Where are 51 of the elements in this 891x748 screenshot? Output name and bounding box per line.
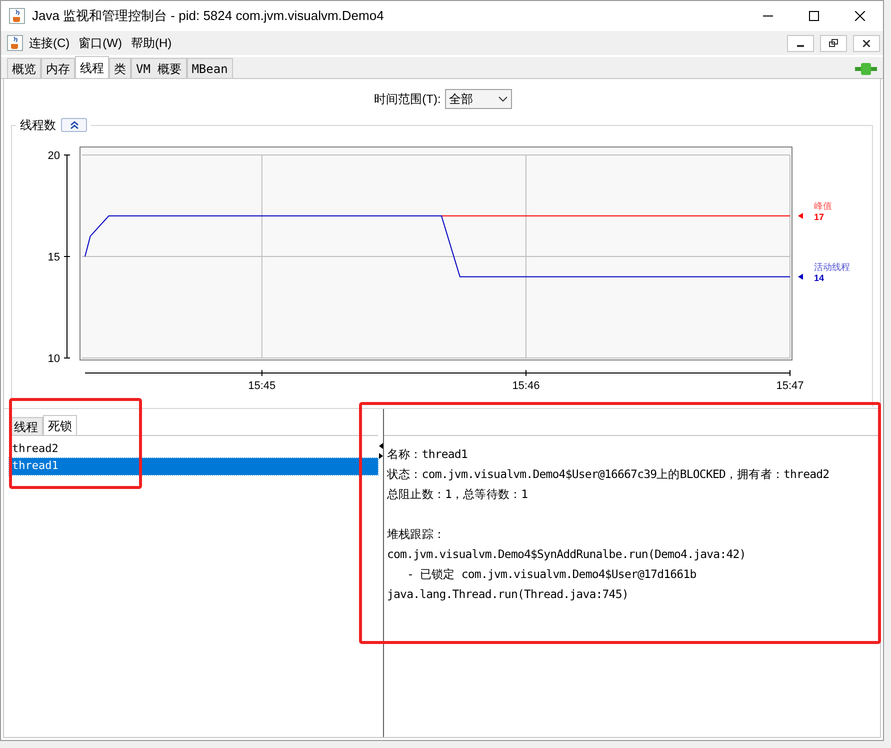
legend-value: 17 (814, 212, 824, 222)
y-tick-label: 15 (48, 252, 60, 264)
legend-value: 14 (814, 272, 824, 283)
legend-marker-icon (798, 212, 803, 219)
legend-label: 峰值 (814, 200, 832, 211)
detail-line: 状态：com.jvm.visualvm.Demo4$User@16667c39上的BLOCKED，拥有者：thread2 (387, 466, 830, 483)
x-tick-label: 15:46 (512, 380, 540, 392)
close-icon (863, 40, 870, 46)
chevron-down-icon (498, 96, 508, 102)
menu-item[interactable]: 连接(C) (29, 34, 70, 52)
split-arrow-left-icon (378, 443, 382, 449)
y-tick-label: 10 (48, 353, 60, 365)
menu-item[interactable]: 帮助(H) (131, 34, 172, 52)
detail-line: 总阻止数：1，总等待数：1 (387, 486, 528, 503)
x-tick-label: 15:47 (776, 380, 804, 392)
legend-label: 活动线程 (814, 262, 850, 272)
lock-line: - 已锁定 com.jvm.visualvm.Demo4$User@17d1661b (407, 566, 696, 583)
tab[interactable]: 线程 (9, 417, 43, 435)
double-chevron-up-icon (70, 121, 78, 129)
x-tick-label: 15:45 (248, 380, 276, 392)
detail-line: 名称：thread1 (387, 446, 468, 463)
menu-item[interactable]: 窗口(W) (78, 34, 122, 52)
y-tick-label: 20 (48, 150, 60, 162)
chart-title: 线程数 (20, 117, 56, 134)
window-title: Java 监视和管理控制台 - pid: 5824 com.jvm.visualvm.Demo4 (32, 7, 384, 26)
connection-plug-icon (855, 63, 877, 75)
tab[interactable]: 类 (109, 58, 131, 78)
inner-minimize-button[interactable] (787, 34, 814, 52)
stack-frame: com.jvm.visualvm.Demo4$SynAddRunalbe.run(Demo4.java:42) (387, 544, 746, 564)
java-cup-icon (9, 8, 25, 24)
maximize-icon (809, 11, 819, 21)
stack-trace-title: 堆栈跟踪： (387, 526, 446, 543)
tab[interactable]: 概览 (7, 58, 41, 78)
legend-marker-icon (798, 274, 803, 280)
thread-list-item[interactable]: thread1 (9, 458, 378, 475)
time-range-dropdown[interactable]: 全部 (444, 89, 512, 109)
close-icon (855, 11, 865, 21)
tab[interactable]: VM 概要 (131, 58, 187, 78)
stack-frame: java.lang.Thread.run(Thread.java:745) (387, 584, 628, 604)
tab[interactable]: 内存 (41, 58, 75, 78)
inner-restore-button[interactable] (820, 34, 847, 52)
split-arrow-right-icon (378, 453, 382, 459)
tab[interactable]: 线程 (75, 56, 109, 78)
tab[interactable]: 死锁 (43, 415, 77, 435)
collapse-button[interactable] (61, 118, 87, 132)
java-cup-icon (7, 35, 23, 51)
inner-close-button[interactable] (853, 34, 880, 52)
thread-list-item[interactable]: thread2 (9, 441, 378, 458)
time-range-label: 时间范围(T): (374, 91, 441, 108)
restore-icon (829, 39, 838, 47)
tab[interactable]: MBean (186, 58, 233, 78)
